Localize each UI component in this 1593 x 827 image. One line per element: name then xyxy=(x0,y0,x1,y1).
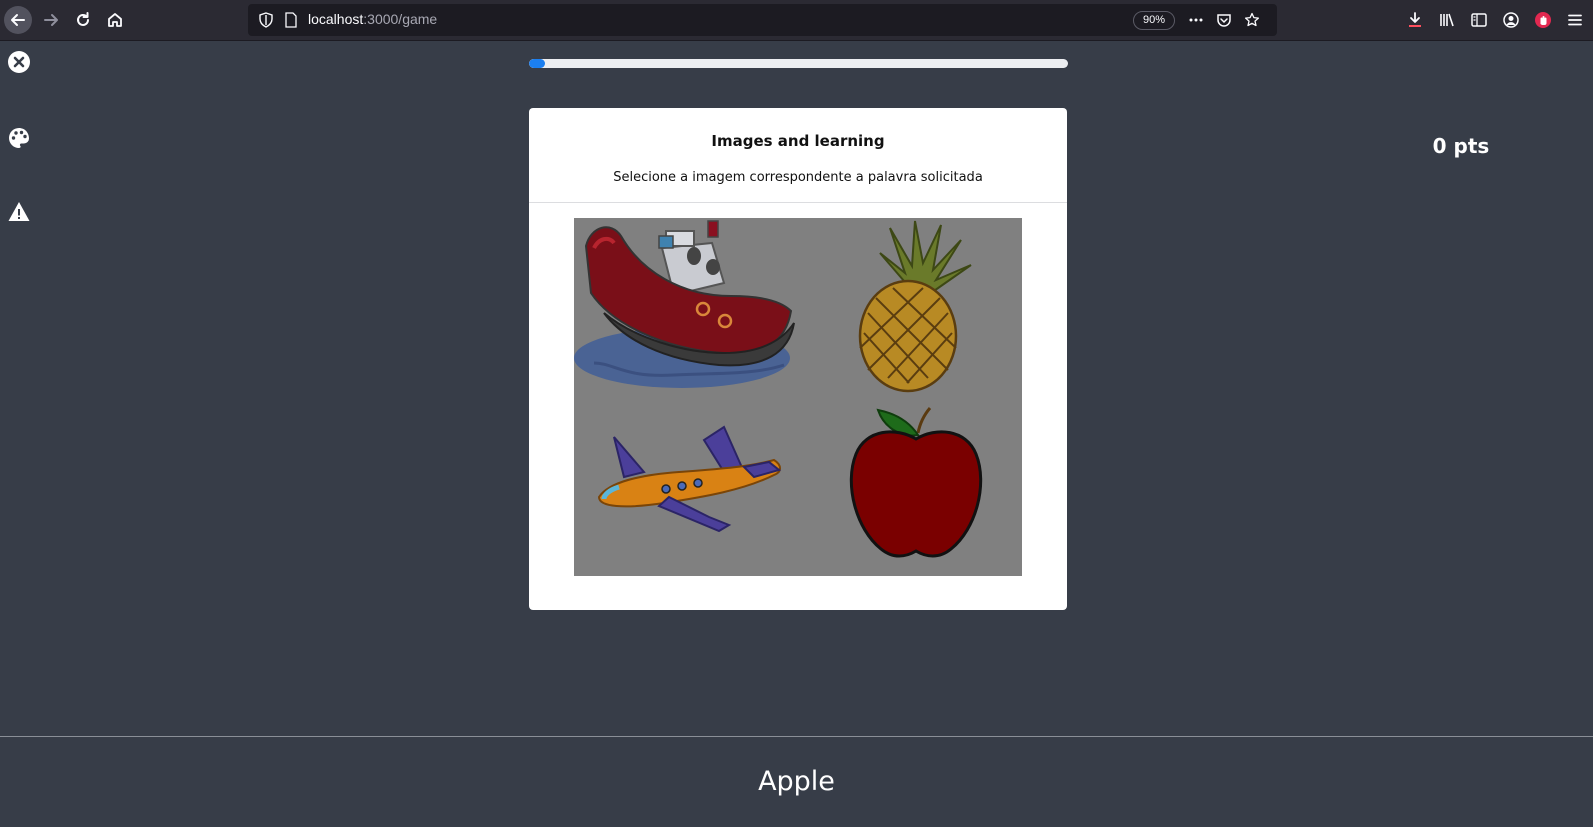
card-divider xyxy=(529,202,1067,203)
image-grid xyxy=(574,218,1022,576)
browser-toolbar: localhost:3000/game 90% xyxy=(0,0,1593,41)
apple-image xyxy=(849,407,983,558)
reload-icon[interactable] xyxy=(69,6,97,34)
more-icon[interactable] xyxy=(1188,12,1204,28)
option-pineapple[interactable] xyxy=(798,218,1022,397)
star-icon[interactable] xyxy=(1244,12,1260,28)
airplane-image xyxy=(597,425,782,533)
option-boat[interactable] xyxy=(574,218,798,397)
zoom-badge[interactable]: 90% xyxy=(1133,11,1176,30)
card-subtitle: Selecione a imagem correspondente a pala… xyxy=(613,170,983,185)
download-icon[interactable] xyxy=(1401,6,1429,34)
option-airplane[interactable] xyxy=(574,397,798,576)
progress-bar xyxy=(529,59,1068,68)
card-title: Images and learning xyxy=(711,132,885,150)
option-apple[interactable] xyxy=(798,397,1022,576)
page-icon xyxy=(285,12,297,28)
url-host: localhost xyxy=(308,11,364,27)
url-text[interactable]: localhost:3000/game xyxy=(308,11,437,27)
progress-fill xyxy=(529,59,546,68)
pineapple-image xyxy=(858,220,972,393)
bottom-divider xyxy=(0,736,1593,737)
back-arrow-icon[interactable] xyxy=(4,6,32,34)
target-word: Apple xyxy=(758,766,835,797)
forward-arrow-icon[interactable] xyxy=(37,6,65,34)
menu-icon[interactable] xyxy=(1561,6,1589,34)
sidebar-icon[interactable] xyxy=(1465,6,1493,34)
account-icon[interactable] xyxy=(1497,6,1525,34)
score-display: 0 pts xyxy=(1432,134,1490,158)
warning-icon[interactable] xyxy=(7,200,31,224)
close-circle-icon[interactable] xyxy=(7,50,31,74)
palette-icon[interactable] xyxy=(7,126,31,150)
home-icon[interactable] xyxy=(101,6,129,34)
pocket-icon[interactable] xyxy=(1216,12,1232,28)
library-icon[interactable] xyxy=(1433,6,1461,34)
question-card: Images and learning Selecione a imagem c… xyxy=(529,108,1067,610)
addon-icon[interactable] xyxy=(1529,6,1557,34)
url-path: :3000/game xyxy=(363,11,438,27)
shield-icon[interactable] xyxy=(258,12,274,28)
boat-image xyxy=(574,220,795,388)
url-bar[interactable]: localhost:3000/game 90% xyxy=(248,4,1277,36)
